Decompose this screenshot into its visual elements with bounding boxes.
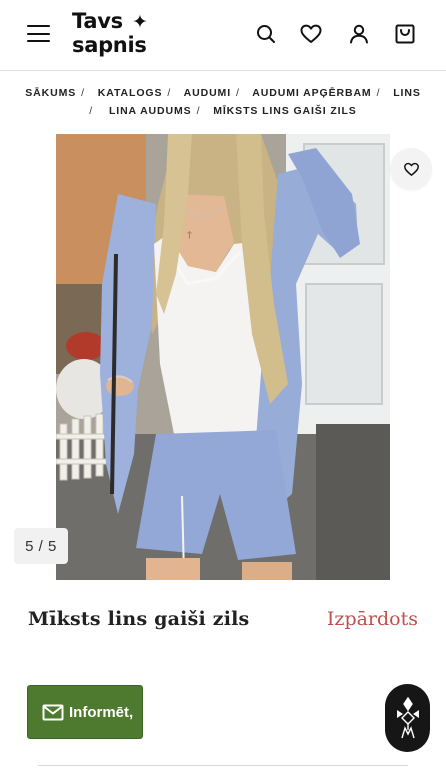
breadcrumb-separator: / <box>236 87 240 99</box>
breadcrumb-item-catalog[interactable]: KATALOGS <box>98 87 163 99</box>
site-header: Tavs ✦ sapnis <box>0 0 446 71</box>
gallery-counter: 5 / 5 <box>14 528 68 564</box>
wishlist-button[interactable] <box>390 148 432 190</box>
brand-emblem-button[interactable] <box>385 684 430 752</box>
breadcrumb-separator: / <box>196 105 201 117</box>
envelope-icon <box>42 704 64 720</box>
breadcrumb-item-fabrics[interactable]: AUDUMI <box>184 87 231 99</box>
product-title: Mīksts lins gaiši zils <box>28 608 250 630</box>
notify-button-label: Informēt, <box>69 703 134 721</box>
svg-text:†: † <box>187 230 192 241</box>
breadcrumb-item-linen-fabric[interactable]: LINA AUDUMS <box>109 105 192 117</box>
breadcrumb-item-home[interactable]: SĀKUMS <box>25 87 76 99</box>
site-logo[interactable]: Tavs ✦ sapnis <box>72 9 168 59</box>
product-photo-illustration: † <box>56 134 390 580</box>
heart-outline-icon <box>403 162 419 176</box>
search-icon[interactable] <box>254 22 278 46</box>
section-divider <box>38 765 408 766</box>
breadcrumb-separator: / <box>376 87 381 99</box>
sold-out-status: Izpārdots <box>326 608 418 630</box>
user-icon[interactable] <box>347 22 371 46</box>
breadcrumb: SĀKUMS / KATALOGS / AUDUMI / AUDUMI APĢĒRBA… <box>0 84 446 120</box>
logo-star-icon: ✦ <box>132 11 148 33</box>
product-image[interactable]: † <box>56 134 390 580</box>
breadcrumb-separator: / <box>167 87 172 99</box>
hamburger-menu-icon[interactable] <box>27 25 50 43</box>
breadcrumb-separator: / <box>89 105 94 117</box>
cart-icon[interactable] <box>393 22 417 46</box>
breadcrumb-item-apparel-fabrics[interactable]: AUDUMI APĢĒRBAM <box>252 87 371 99</box>
heart-icon[interactable] <box>299 22 323 46</box>
brand-emblem-icon <box>396 696 419 739</box>
breadcrumb-separator: / <box>81 87 85 99</box>
notify-button[interactable]: Informēt, <box>27 685 143 739</box>
logo-line-2: sapnis <box>72 33 147 57</box>
breadcrumb-current: MĪKSTS LINS GAIŠI ZILS <box>213 105 357 117</box>
logo-line-1: Tavs <box>72 9 123 33</box>
breadcrumb-item-linen[interactable]: LINS <box>393 87 421 99</box>
